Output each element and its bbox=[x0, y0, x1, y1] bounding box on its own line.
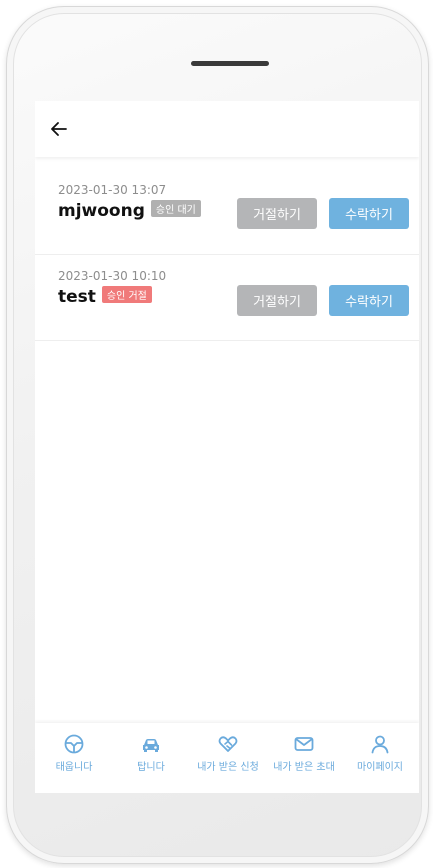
bottom-tab-bar: 태웁니다 탑니다 내가 받은 신청 내가 받은 초대 마이페이지 bbox=[35, 723, 419, 783]
phone-frame: 2023-01-30 13:07 mjwoong 승인 대기 거절하기 수락하기 … bbox=[6, 6, 429, 864]
tab-my-page[interactable]: 마이페이지 bbox=[341, 733, 419, 773]
phone-speaker bbox=[191, 61, 269, 66]
top-header bbox=[35, 101, 419, 157]
arrow-left-icon bbox=[51, 122, 67, 136]
requester-name: mjwoong 승인 대기 bbox=[58, 200, 201, 221]
tab-label: 내가 받은 신청 bbox=[197, 762, 259, 773]
status-badge: 승인 거절 bbox=[101, 286, 152, 303]
reject-button[interactable]: 거절하기 bbox=[237, 198, 317, 229]
list-item: 2023-01-30 13:07 mjwoong 승인 대기 거절하기 수락하기 bbox=[35, 171, 419, 255]
back-button[interactable] bbox=[45, 115, 73, 143]
list-item: 2023-01-30 10:10 test 승인 거절 거절하기 수락하기 bbox=[35, 257, 419, 341]
tab-ride-offer[interactable]: 태웁니다 bbox=[35, 733, 113, 773]
requester-name-text: mjwoong bbox=[58, 201, 145, 221]
car-icon bbox=[143, 739, 159, 752]
heart-handshake-icon bbox=[218, 736, 238, 752]
request-datetime: 2023-01-30 10:10 bbox=[58, 269, 167, 283]
tab-received-invites[interactable]: 내가 받은 초대 bbox=[265, 733, 343, 773]
steering-wheel-icon bbox=[64, 734, 84, 754]
envelope-icon bbox=[294, 737, 314, 751]
tab-label: 태웁니다 bbox=[55, 762, 93, 773]
tab-label: 마이페이지 bbox=[357, 762, 403, 773]
requester-name-text: test bbox=[58, 287, 96, 307]
accept-button[interactable]: 수락하기 bbox=[329, 285, 409, 316]
request-datetime: 2023-01-30 13:07 bbox=[58, 183, 167, 197]
tab-label: 탑니다 bbox=[137, 762, 165, 773]
tab-label: 내가 받은 초대 bbox=[273, 762, 335, 773]
accept-button[interactable]: 수락하기 bbox=[329, 198, 409, 229]
person-icon bbox=[371, 735, 389, 754]
requester-name: test 승인 거절 bbox=[58, 286, 152, 307]
reject-button[interactable]: 거절하기 bbox=[237, 285, 317, 316]
status-badge: 승인 대기 bbox=[150, 200, 201, 217]
app-screen: 2023-01-30 13:07 mjwoong 승인 대기 거절하기 수락하기 … bbox=[35, 101, 419, 793]
tab-received-requests[interactable]: 내가 받은 신청 bbox=[189, 733, 267, 773]
tab-ride-take[interactable]: 탑니다 bbox=[112, 733, 190, 773]
